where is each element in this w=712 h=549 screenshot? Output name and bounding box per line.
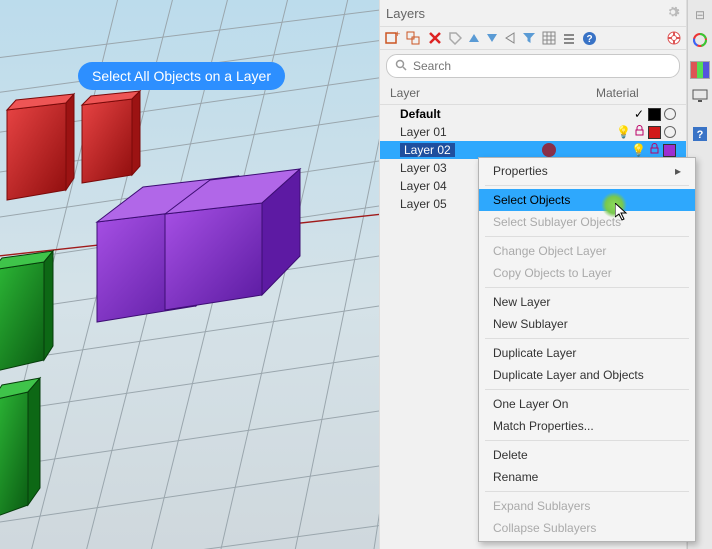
delete-icon[interactable] (428, 31, 442, 45)
lock-icon[interactable] (649, 143, 660, 157)
side-question-icon[interactable]: ? (692, 126, 708, 145)
cube-green-1 (0, 251, 53, 372)
bulb-icon[interactable]: 💡 (616, 125, 631, 139)
menu-new-layer[interactable]: New Layer (479, 291, 695, 313)
help-icon[interactable]: ? (582, 31, 597, 46)
material-circle-icon[interactable] (664, 126, 676, 138)
menu-separator (485, 440, 689, 441)
header-material[interactable]: Material (596, 86, 676, 100)
menu-separator (485, 389, 689, 390)
viewport-3d[interactable]: Select All Objects on a Layer (0, 0, 379, 549)
layers-toolbar: + ? (380, 27, 686, 50)
menu-properties[interactable]: Properties▸ (479, 160, 695, 182)
search-icon (395, 59, 407, 74)
menu-rename[interactable]: Rename (479, 466, 695, 488)
menu-change-object-layer[interactable]: Change Object Layer (479, 240, 695, 262)
selection-dot (542, 143, 556, 157)
gear-icon[interactable] (666, 5, 680, 22)
menu-separator (485, 287, 689, 288)
lifesaver-icon[interactable] (666, 30, 682, 46)
menu-duplicate-layer[interactable]: Duplicate Layer (479, 342, 695, 364)
menu-new-sublayer[interactable]: New Sublayer (479, 313, 695, 335)
chevron-right-icon: ▸ (675, 164, 681, 178)
tooltip-hint: Select All Objects on a Layer (78, 62, 285, 90)
menu-collapse-sublayers[interactable]: Collapse Sublayers (479, 517, 695, 539)
side-monitor-icon[interactable] (692, 89, 708, 106)
panel-title: Layers (386, 6, 425, 21)
menu-duplicate-layer-objects[interactable]: Duplicate Layer and Objects (479, 364, 695, 386)
search-input[interactable] (411, 58, 671, 74)
cube-red-2 (82, 91, 140, 183)
cube-green-2 (0, 378, 40, 518)
layer-name[interactable]: Default (390, 107, 556, 121)
move-down-icon[interactable] (486, 32, 498, 44)
check-icon: ✓ (633, 107, 645, 121)
cube-red-1 (7, 94, 74, 200)
menu-separator (485, 491, 689, 492)
new-sublayer-icon[interactable] (406, 30, 422, 46)
layer-row-default[interactable]: Default ✓ (380, 105, 686, 123)
tag-icon[interactable] (448, 31, 462, 45)
layer-name[interactable]: Layer 01 (390, 125, 556, 139)
swatch-icon[interactable] (648, 108, 661, 121)
menu-select-objects[interactable]: Select Objects (479, 189, 695, 211)
grid-icon[interactable] (542, 31, 556, 45)
menu-separator (485, 338, 689, 339)
side-close-icon[interactable]: ⊟ (695, 8, 705, 22)
bulb-icon[interactable]: 💡 (631, 143, 646, 157)
menu-icon[interactable] (562, 31, 576, 45)
menu-separator (485, 185, 689, 186)
new-layer-icon[interactable]: + (384, 30, 400, 46)
menu-select-sublayer-objects[interactable]: Select Sublayer Objects (479, 211, 695, 233)
layer-row[interactable]: Layer 01 💡 (380, 123, 686, 141)
side-rainbow-icon[interactable] (692, 32, 708, 51)
lock-icon[interactable] (634, 125, 645, 139)
collapse-icon[interactable] (504, 32, 516, 44)
search-field[interactable] (386, 54, 680, 78)
material-circle-icon[interactable] (664, 108, 676, 120)
layers-header: Layer Material (380, 82, 686, 105)
move-up-icon[interactable] (468, 32, 480, 44)
swatch-icon[interactable] (648, 126, 661, 139)
swatch-icon[interactable] (663, 144, 676, 157)
header-layer[interactable]: Layer (390, 86, 596, 100)
svg-text:?: ? (586, 34, 592, 45)
menu-delete[interactable]: Delete (479, 444, 695, 466)
context-menu: Properties▸ Select Objects Select Sublay… (478, 157, 696, 542)
menu-one-layer-on[interactable]: One Layer On (479, 393, 695, 415)
menu-match-properties[interactable]: Match Properties... (479, 415, 695, 437)
menu-copy-objects-to-layer[interactable]: Copy Objects to Layer (479, 262, 695, 284)
layer-name[interactable]: Layer 02 (400, 143, 455, 157)
side-layers-icon[interactable] (690, 61, 710, 79)
menu-separator (485, 236, 689, 237)
svg-text:?: ? (697, 129, 704, 141)
menu-expand-sublayers[interactable]: Expand Sublayers (479, 495, 695, 517)
filter-icon[interactable] (522, 31, 536, 45)
svg-text:+: + (395, 30, 400, 39)
